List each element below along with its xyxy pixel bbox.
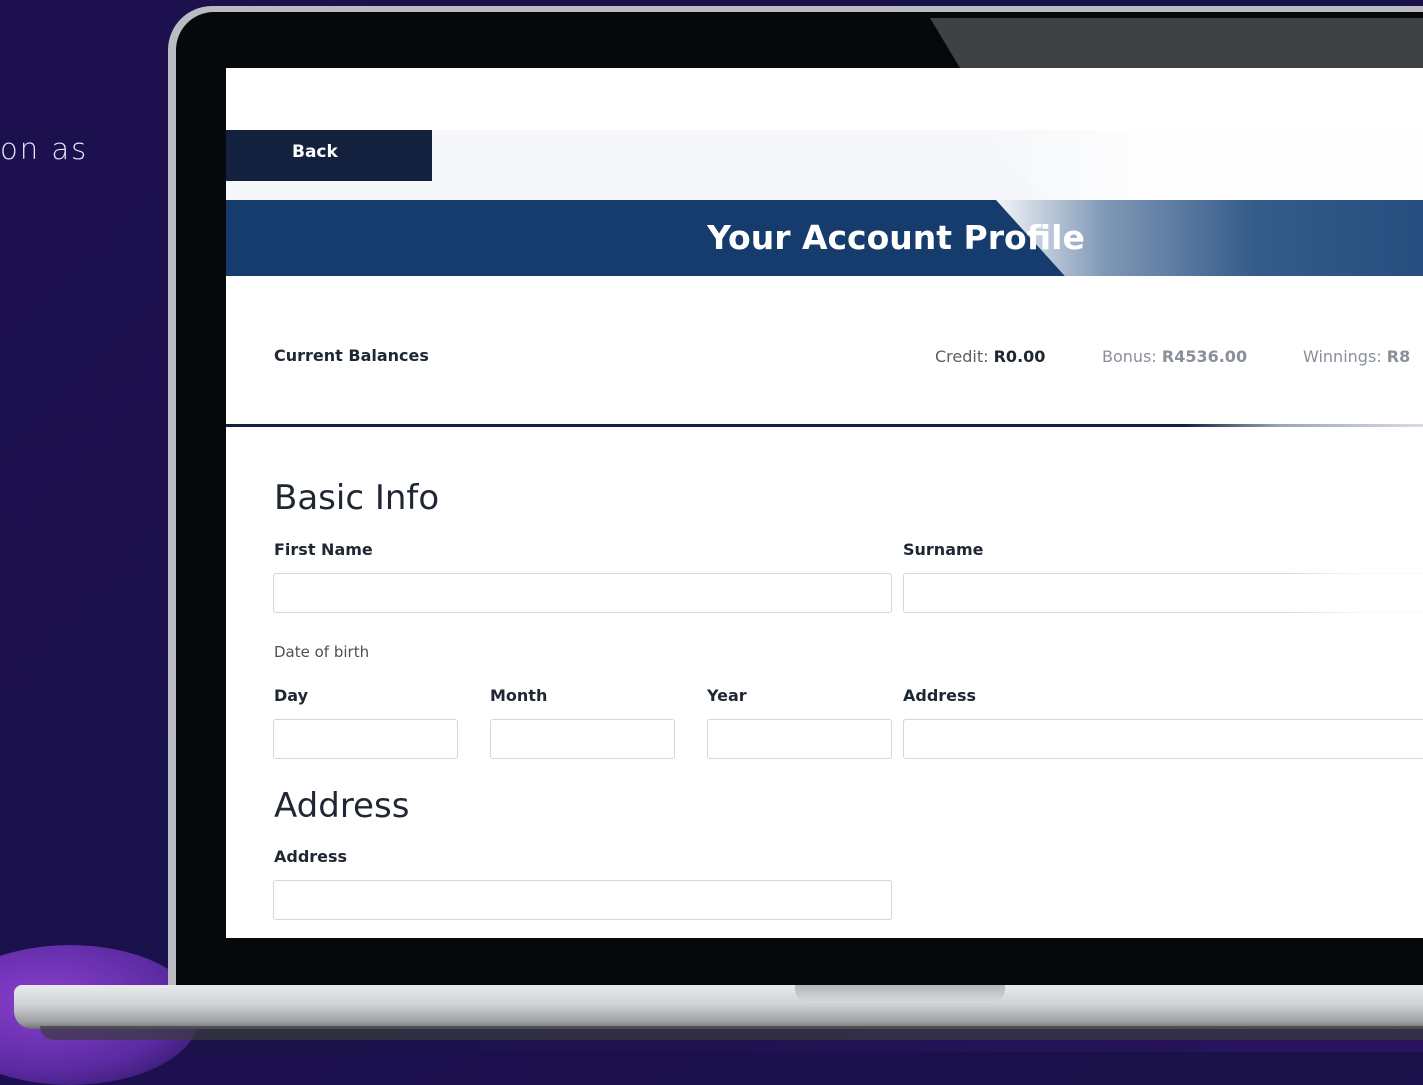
bezel-reflection <box>930 18 1423 70</box>
screen-glare <box>986 130 1423 200</box>
laptop-notch <box>795 985 1005 1003</box>
background-text: on as <box>0 132 89 166</box>
back-button[interactable]: Back <box>226 130 432 181</box>
page-title: Your Account Profile <box>707 218 1085 257</box>
winnings-label: Winnings: <box>1303 347 1382 366</box>
winnings-value: R8 <box>1386 347 1411 366</box>
address-section-input[interactable] <box>273 880 892 920</box>
date-of-birth-label: Date of birth <box>274 643 370 661</box>
address-section-heading: Address <box>274 786 410 826</box>
bonus-value: R4536.00 <box>1161 347 1248 366</box>
first-name-label: First Name <box>274 540 373 559</box>
day-label: Day <box>274 686 309 705</box>
basic-info-heading: Basic Info <box>274 478 440 518</box>
address-section-label: Address <box>274 847 348 866</box>
bonus-label: Bonus: <box>1102 347 1157 366</box>
month-input[interactable] <box>490 719 675 759</box>
winnings-balance: Winnings: R8 <box>1303 347 1410 366</box>
laptop-screen: Back Your Account Profile Current Balanc… <box>226 68 1423 938</box>
year-input[interactable] <box>707 719 892 759</box>
first-name-input[interactable] <box>273 573 892 613</box>
credit-value: R0.00 <box>993 347 1046 366</box>
year-label: Year <box>707 686 747 705</box>
laptop-base-shadow <box>40 1026 1423 1040</box>
month-label: Month <box>490 686 548 705</box>
address-input[interactable] <box>903 719 1423 759</box>
credit-balance: Credit: R0.00 <box>935 347 1045 366</box>
bonus-balance: Bonus: R4536.00 <box>1102 347 1247 366</box>
address-label: Address <box>903 686 977 705</box>
balances-heading: Current Balances <box>274 346 429 365</box>
surname-label: Surname <box>903 540 984 559</box>
screen-fade <box>1276 573 1423 615</box>
section-divider <box>226 424 1423 427</box>
credit-label: Credit: <box>935 347 989 366</box>
day-input[interactable] <box>273 719 458 759</box>
current-balances: Current Balances Credit: R0.00 Bonus: R4… <box>274 346 1423 370</box>
laptop-base <box>14 985 1423 1029</box>
